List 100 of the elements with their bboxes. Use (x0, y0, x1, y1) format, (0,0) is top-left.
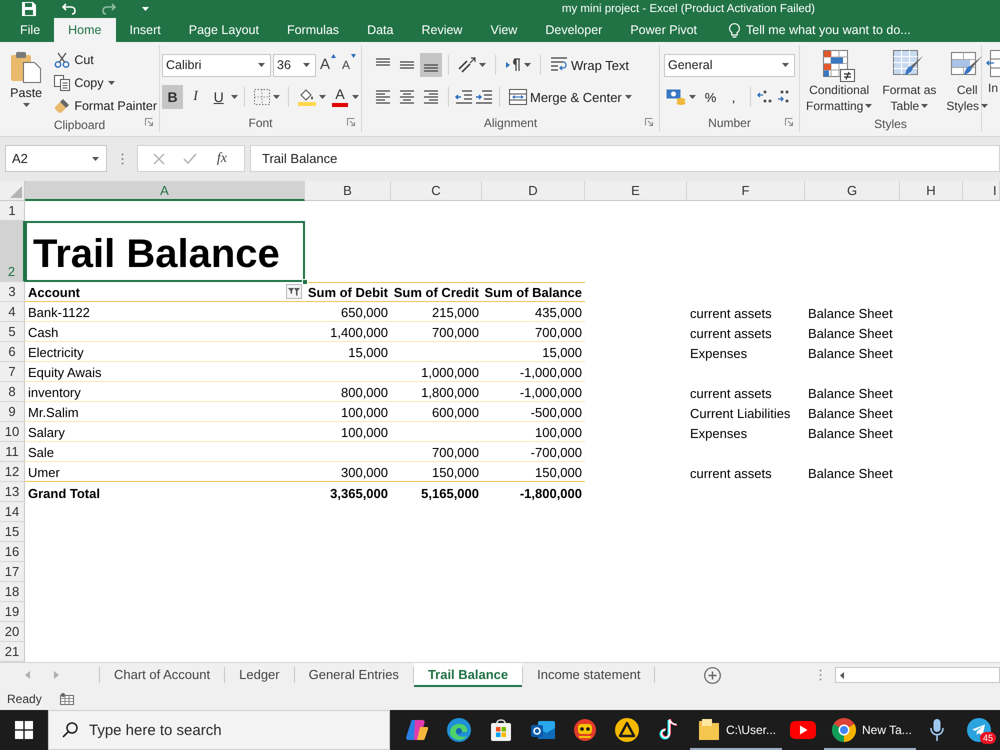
row-header[interactable]: 8 (0, 382, 25, 402)
horizontal-scrollbar[interactable] (835, 667, 1000, 683)
ribbon-tab[interactable]: Insert (116, 18, 175, 42)
row-header[interactable]: 20 (0, 622, 25, 642)
checkmark-icon[interactable] (182, 152, 197, 164)
dialog-launcher-icon[interactable] (145, 118, 153, 126)
splitter-dots-icon[interactable] (120, 152, 124, 164)
cut-button[interactable]: Cut (52, 49, 159, 71)
add-sheet-icon[interactable] (704, 666, 721, 684)
row-header[interactable]: 10 (0, 422, 25, 442)
underline-button[interactable]: U (208, 85, 230, 109)
column-header[interactable]: F (687, 181, 805, 201)
windows-logo-icon[interactable] (15, 721, 33, 739)
row-header[interactable]: 14 (0, 502, 25, 522)
name-box[interactable]: A2 (5, 145, 107, 172)
table-cell-text: current assets (689, 385, 773, 402)
row-header[interactable]: 2 (0, 221, 25, 282)
save-icon[interactable] (22, 2, 36, 16)
column-header[interactable]: D (482, 181, 585, 201)
group-label: Styles (874, 117, 907, 131)
column-header[interactable]: B (305, 181, 391, 201)
sheet-tab[interactable]: Ledger (225, 663, 294, 687)
italic-button[interactable]: I (185, 85, 206, 109)
row-header[interactable]: 16 (0, 542, 25, 562)
taskbar-app-button[interactable]: New Ta... (824, 710, 916, 750)
music-note-icon (659, 718, 679, 742)
number-format-dropdown[interactable]: General (664, 54, 795, 76)
column-header[interactable]: I (963, 181, 1000, 201)
column-header[interactable]: A (25, 181, 305, 201)
table-styles-button[interactable]: Format as Table (880, 48, 938, 116)
row-header[interactable]: 9 (0, 402, 25, 422)
ribbon-tab[interactable]: View (476, 18, 532, 42)
formula-input[interactable]: Trail Balance (250, 145, 1000, 172)
caret-icon[interactable] (352, 95, 359, 99)
title-cell[interactable]: Trail Balance (25, 221, 305, 282)
splitter-dots-icon[interactable] (819, 669, 822, 681)
dialog-launcher-icon[interactable] (347, 118, 355, 126)
dialog-launcher-icon[interactable] (645, 118, 653, 126)
increase-font-size-button[interactable]: A (318, 54, 338, 76)
ribbon-tab[interactable]: File (6, 18, 54, 42)
copy-button[interactable]: Copy (52, 72, 159, 94)
row-header[interactable]: 5 (0, 322, 25, 342)
sheet-status-icon[interactable] (60, 692, 74, 704)
ribbon-tab[interactable]: Developer (531, 18, 616, 42)
ribbon-tab[interactable]: Power Pivot (616, 18, 712, 42)
row-header[interactable]: 4 (0, 302, 25, 322)
row-header[interactable]: 18 (0, 582, 25, 602)
wrap-text-button[interactable]: Wrap Text (547, 53, 632, 77)
row-header[interactable]: 11 (0, 442, 25, 462)
sheet-tab[interactable]: Chart of Account (100, 663, 224, 687)
column-header[interactable]: G (805, 181, 900, 201)
font-size-dropdown[interactable]: 36 (273, 54, 316, 76)
merge-center-button[interactable]: Merge & Center (506, 85, 635, 109)
ribbon-tab[interactable]: Formulas (272, 18, 354, 42)
table-cell: Bank-1122 (25, 302, 305, 322)
row-header[interactable]: 6 (0, 342, 25, 362)
ribbon-tab[interactable]: Review (407, 18, 476, 42)
redo-icon[interactable] (102, 3, 116, 15)
font-name-dropdown[interactable]: Calibri (162, 54, 271, 76)
column-header[interactable]: H (900, 181, 963, 201)
row-header[interactable]: 19 (0, 602, 25, 622)
ribbon-tab[interactable]: Data (353, 18, 408, 42)
sheet-tab[interactable]: General Entries (294, 663, 413, 687)
caret-icon[interactable] (231, 95, 238, 99)
taskbar-app-button[interactable]: C:\User... (690, 710, 782, 750)
font-color-button[interactable]: A (330, 86, 350, 108)
row-header[interactable]: 12 (0, 462, 25, 482)
bold-button[interactable]: B (162, 85, 184, 109)
decrease-font-size-button[interactable]: A (340, 54, 358, 76)
fill-handle[interactable] (302, 279, 308, 285)
row-header[interactable]: 3 (0, 282, 25, 302)
row-header[interactable]: 7 (0, 362, 25, 382)
decrease-indent-icon[interactable] (455, 90, 473, 104)
ribbon-tab[interactable]: Home (54, 18, 116, 42)
sheet-tab[interactable]: Income statement (523, 663, 654, 687)
row-header[interactable]: 1 (0, 201, 25, 221)
taskbar-app-button[interactable]: 45 (958, 710, 1000, 750)
comma-style-button[interactable]: , (723, 85, 744, 109)
insert-function-button[interactable]: fx (214, 150, 229, 166)
dialog-launcher-icon[interactable] (785, 118, 793, 126)
paste-button[interactable]: Paste (6, 49, 46, 117)
tell-me-search[interactable]: Tell me what you want to do... (727, 18, 913, 42)
align-bottom-button[interactable] (420, 53, 442, 77)
table-cell-text: Expenses (689, 425, 748, 442)
caret-icon[interactable] (142, 7, 149, 11)
undo-icon[interactable] (62, 3, 76, 15)
filter-dropdown-button[interactable] (286, 284, 302, 299)
percent-style-button[interactable]: % (700, 85, 721, 109)
increase-indent-icon[interactable] (475, 90, 493, 104)
sheet-tab[interactable]: Trail Balance (414, 663, 522, 687)
column-header[interactable]: E (585, 181, 687, 201)
row-header[interactable]: 21 (0, 642, 25, 662)
row-header[interactable]: 13 (0, 482, 25, 502)
ribbon-tab[interactable]: Page Layout (174, 18, 273, 42)
row-header[interactable]: 15 (0, 522, 25, 542)
format-painter-button[interactable]: Format Painter (52, 95, 159, 117)
row-header[interactable]: 17 (0, 562, 25, 582)
search-field[interactable]: Type here to search (48, 710, 390, 750)
conditional-styles-button[interactable]: Conditional Formatting (804, 48, 874, 116)
column-header[interactable]: C (391, 181, 482, 201)
